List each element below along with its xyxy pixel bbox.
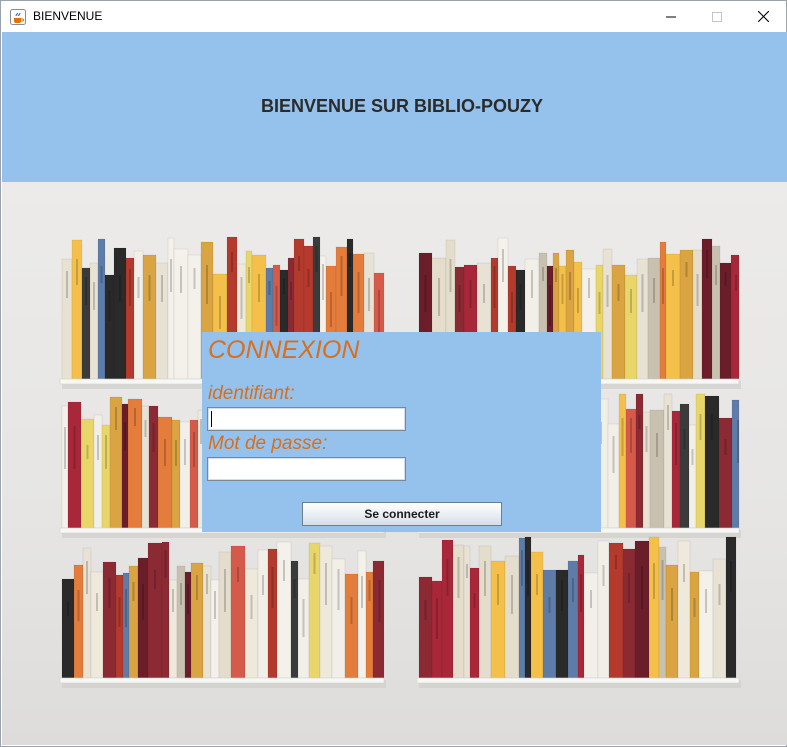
close-icon	[757, 11, 769, 22]
login-title: CONNEXION	[208, 336, 360, 364]
password-label: Mot de passe:	[208, 433, 328, 454]
header-banner: BIENVENUE SUR BIBLIO-POUZY	[2, 32, 787, 182]
identifier-label: identifiant:	[208, 383, 295, 404]
password-input[interactable]	[207, 457, 406, 481]
identifier-input[interactable]	[207, 407, 406, 431]
close-button[interactable]	[740, 1, 786, 32]
login-panel: CONNEXION identifiant: Mot de passe: Se …	[202, 332, 601, 532]
connect-button[interactable]: Se connecter	[302, 502, 502, 526]
maximize-icon	[712, 11, 722, 22]
app-window: BIENVENUE BIENVENUE SUR BIBLIO-POUZY CON…	[0, 0, 787, 747]
page-title: BIENVENUE SUR BIBLIO-POUZY	[260, 96, 544, 116]
text-caret	[211, 411, 212, 427]
maximize-button[interactable]	[694, 1, 740, 32]
title-bar[interactable]: BIENVENUE	[1, 1, 786, 32]
minimize-icon	[666, 16, 676, 17]
minimize-button[interactable]	[648, 1, 694, 32]
java-cup-icon	[10, 9, 26, 25]
window-title: BIENVENUE	[33, 9, 103, 23]
